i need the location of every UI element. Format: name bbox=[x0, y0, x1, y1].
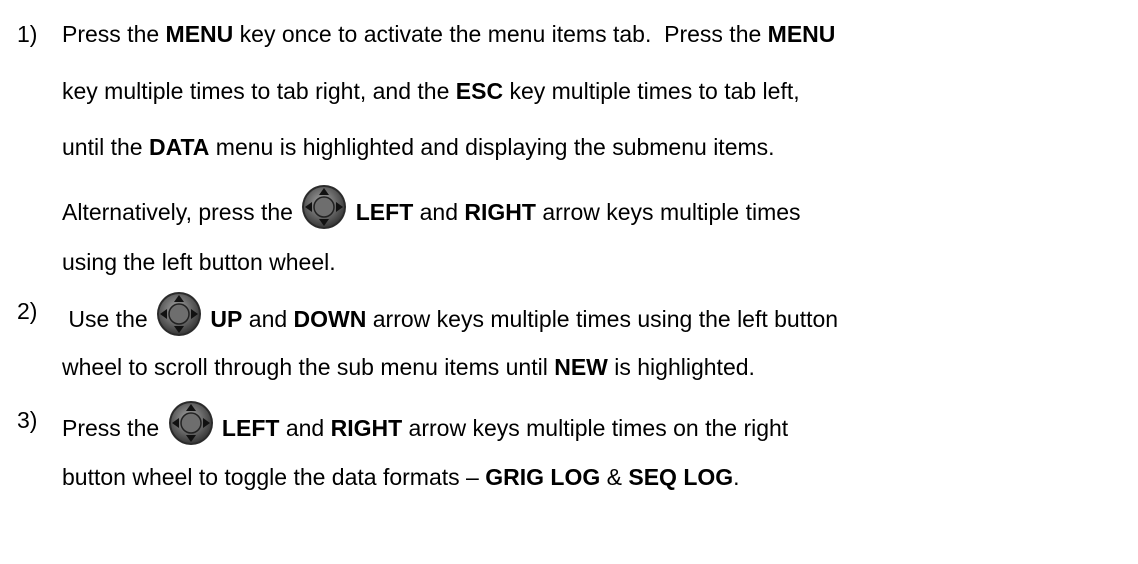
line-text: button wheel to toggle the data formats … bbox=[62, 457, 740, 497]
text-segment: arrow keys multiple times using the left… bbox=[366, 306, 839, 332]
text-segment: using the left button wheel. bbox=[62, 249, 336, 275]
line-text: until the DATA menu is highlighted and d… bbox=[62, 127, 775, 167]
bold-key-label: MENU bbox=[767, 21, 836, 47]
line-text: Use the UP and DOWN arrow keys multiple … bbox=[62, 291, 838, 339]
button-wheel-icon bbox=[168, 400, 214, 446]
text-segment: Alternatively, press the bbox=[62, 199, 300, 225]
text-segment: wheel to scroll through the sub menu ite… bbox=[62, 354, 555, 380]
step-number: 2) bbox=[17, 298, 38, 324]
step-number: 3) bbox=[17, 407, 38, 433]
text-segment: and bbox=[242, 306, 294, 332]
text-segment: Press the bbox=[62, 21, 166, 47]
bold-key-label: RIGHT bbox=[464, 199, 536, 225]
text-segment: and bbox=[279, 415, 331, 441]
text-segment: key once to activate the menu items tab.… bbox=[233, 21, 768, 47]
text-segment: Press the bbox=[62, 415, 166, 441]
line-text: key multiple times to tab right, and the… bbox=[62, 71, 800, 111]
bold-key-label: SEQ LOG bbox=[628, 464, 734, 490]
text-segment: until the bbox=[62, 134, 149, 160]
bold-key-label: DOWN bbox=[293, 306, 367, 332]
bold-key-label: RIGHT bbox=[330, 415, 403, 441]
line-text: Alternatively, press the LEFT and RIGHT … bbox=[62, 184, 801, 232]
line-text: using the left button wheel. bbox=[62, 242, 336, 282]
text-segment: arrow keys multiple times on the right bbox=[402, 415, 789, 441]
text-segment: arrow keys multiple times bbox=[535, 199, 801, 225]
button-wheel-icon bbox=[301, 184, 347, 230]
text-segment: menu is highlighted and displaying the s… bbox=[209, 134, 775, 160]
bold-key-label: DATA bbox=[148, 134, 210, 160]
text-segment: and bbox=[413, 199, 465, 225]
text-segment: . bbox=[733, 464, 740, 490]
text-segment: button wheel to toggle the data formats … bbox=[62, 464, 486, 490]
bold-key-label: ESC bbox=[455, 78, 504, 104]
bold-key-label: LEFT bbox=[349, 199, 414, 225]
bold-key-label: MENU bbox=[165, 21, 234, 47]
button-wheel-icon bbox=[156, 291, 202, 337]
text-segment: is highlighted. bbox=[607, 354, 755, 380]
text-segment: & bbox=[600, 464, 629, 490]
text-segment: key multiple times to tab left, bbox=[503, 78, 800, 104]
bold-key-label: LEFT bbox=[215, 415, 280, 441]
text-segment: key multiple times to tab right, and the bbox=[62, 78, 456, 104]
bold-key-label: NEW bbox=[554, 354, 608, 380]
bold-key-label: GRIG LOG bbox=[485, 464, 601, 490]
step-number: 1) bbox=[17, 21, 38, 47]
bold-key-label: UP bbox=[204, 306, 243, 332]
line-text: Press the MENU key once to activate the … bbox=[62, 14, 835, 54]
text-segment: Use the bbox=[62, 306, 155, 332]
instruction-document: 1) Press the MENU key once to activate t… bbox=[0, 0, 1138, 564]
line-text: wheel to scroll through the sub menu ite… bbox=[62, 347, 755, 387]
line-text: Press the LEFT and RIGHT arrow keys mult… bbox=[62, 400, 788, 448]
